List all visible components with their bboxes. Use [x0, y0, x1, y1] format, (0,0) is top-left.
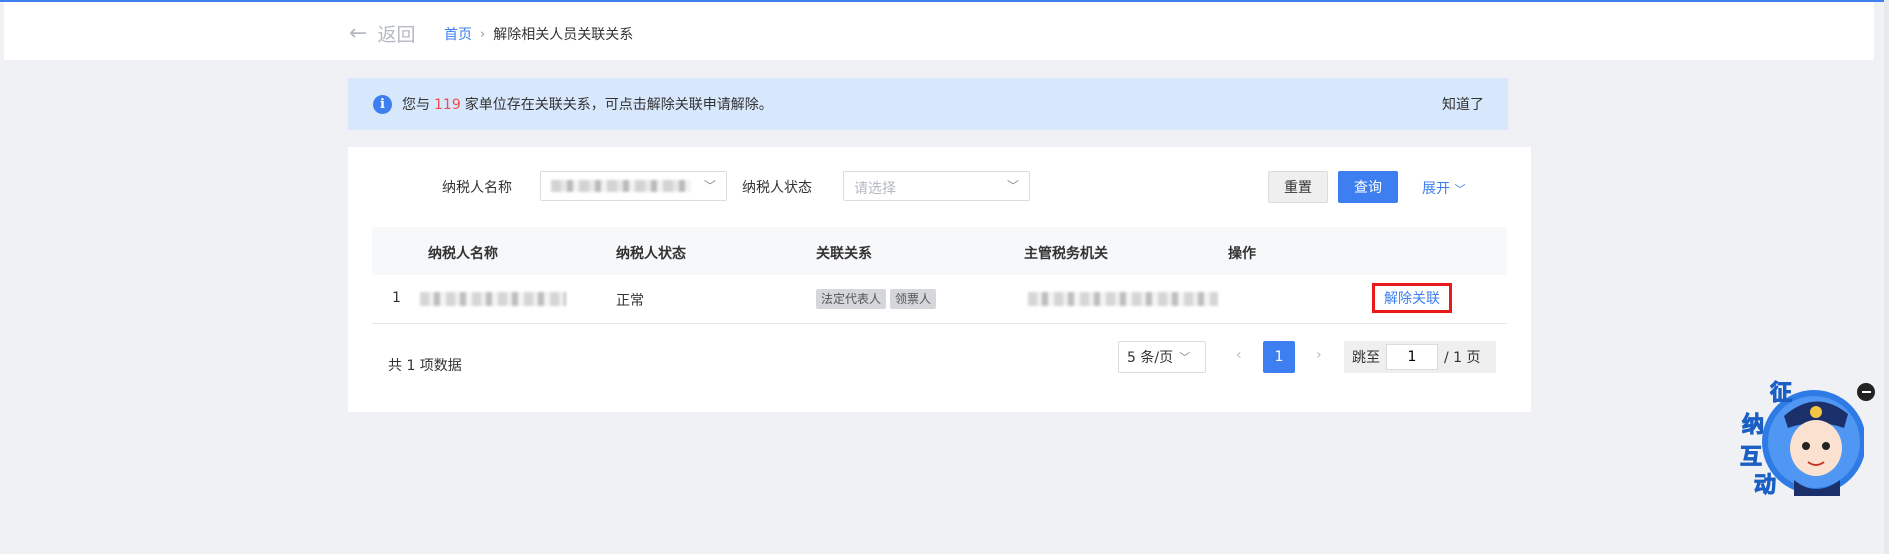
col-tax-authority: 主管税务机关	[1024, 246, 1108, 262]
mascot-char-3: 互	[1740, 445, 1762, 470]
expand-button[interactable]: 展开 ﹀	[1422, 178, 1465, 198]
taxpayer-status-select[interactable]: 请选择 ﹀	[843, 171, 1030, 201]
chevron-down-icon: ﹀	[1454, 183, 1466, 196]
face-icon	[1790, 420, 1842, 476]
mascot-char-4: 动	[1754, 473, 1776, 498]
blurred-value	[551, 180, 691, 192]
blurred-taxpayer-name	[420, 292, 566, 306]
row-status: 正常	[616, 293, 644, 309]
status-placeholder: 请选择	[854, 181, 896, 197]
expand-label: 展开	[1422, 181, 1450, 197]
page-header: ← 返回 首页 › 解除相关人员关联关系	[4, 2, 1874, 60]
taxpayer-status-label: 纳税人状态	[742, 180, 812, 196]
breadcrumb: 首页 › 解除相关人员关联关系	[444, 24, 633, 44]
total-count: 共 1 项数据	[388, 358, 462, 374]
chevron-down-icon: ﹀	[1179, 351, 1191, 364]
query-button[interactable]: 查询	[1338, 171, 1398, 203]
mascot-char-2: 纳	[1742, 412, 1764, 438]
col-taxpayer-status: 纳税人状态	[616, 246, 686, 262]
page-size-value: 5 条/页	[1127, 350, 1174, 366]
col-action: 操作	[1228, 246, 1256, 262]
breadcrumb-current: 解除相关人员关联关系	[493, 27, 634, 43]
jump-label: 跳至	[1352, 350, 1380, 366]
jump-input[interactable]	[1386, 344, 1438, 370]
blurred-tax-authority	[1028, 292, 1218, 306]
tag-legal-representative: 法定代表人	[816, 289, 887, 309]
taxpayer-name-select[interactable]: ﹀	[540, 171, 727, 201]
back-label: 返回	[377, 23, 416, 46]
total-pages: / 1 页	[1444, 350, 1481, 366]
row-index: 1	[392, 290, 401, 306]
notice-message: 您与 119 家单位存在关联关系，可点击解除关联申请解除。	[402, 94, 773, 114]
chevron-down-icon: ﹀	[703, 179, 716, 193]
mascot-char-1: 征	[1770, 380, 1792, 406]
chevron-down-icon: ﹀	[1006, 179, 1019, 193]
arrow-left-icon: ←	[349, 20, 368, 46]
chevron-right-icon: ›	[480, 26, 486, 42]
taxpayer-name-label: 纳税人名称	[442, 180, 512, 196]
back-button[interactable]: ← 返回	[349, 18, 415, 48]
scrollbar-track[interactable]	[1884, 0, 1889, 554]
notice-prefix: 您与	[402, 97, 430, 113]
prev-page-button[interactable]: ‹	[1236, 347, 1242, 363]
page-size-select[interactable]: 5 条/页 ﹀	[1118, 341, 1206, 373]
dismiss-notice-button[interactable]: 知道了	[1442, 94, 1484, 114]
table-row: 1 正常 法定代表人 领票人 解除关联	[372, 275, 1507, 324]
info-icon: i	[373, 94, 392, 114]
reset-button[interactable]: 重置	[1268, 171, 1328, 203]
info-notice: i 您与 119 家单位存在关联关系，可点击解除关联申请解除。 知道了	[348, 78, 1508, 130]
tag-invoice-receiver: 领票人	[890, 289, 937, 309]
notice-count: 119	[434, 97, 461, 113]
page-1-button[interactable]: 1	[1263, 341, 1295, 373]
next-page-button[interactable]: ›	[1316, 347, 1322, 363]
page-jumper: 跳至 / 1 页	[1344, 341, 1496, 373]
unlink-button[interactable]: 解除关联	[1372, 283, 1452, 313]
notice-suffix: 家单位存在关联关系，可点击解除关联申请解除。	[464, 97, 773, 113]
mascot-widget[interactable]: 征 纳 互 动	[1736, 378, 1864, 502]
minimize-icon[interactable]	[1857, 383, 1875, 401]
main-panel: 纳税人名称 ﹀ 纳税人状态 请选择 ﹀ 重置 查询 展开 ﹀ 纳税人名称 纳税人…	[348, 147, 1531, 412]
breadcrumb-home[interactable]: 首页	[444, 24, 472, 44]
col-taxpayer-name: 纳税人名称	[428, 246, 498, 262]
table-header: 纳税人名称 纳税人状态 关联关系 主管税务机关 操作	[372, 227, 1507, 275]
col-relation: 关联关系	[816, 246, 872, 262]
